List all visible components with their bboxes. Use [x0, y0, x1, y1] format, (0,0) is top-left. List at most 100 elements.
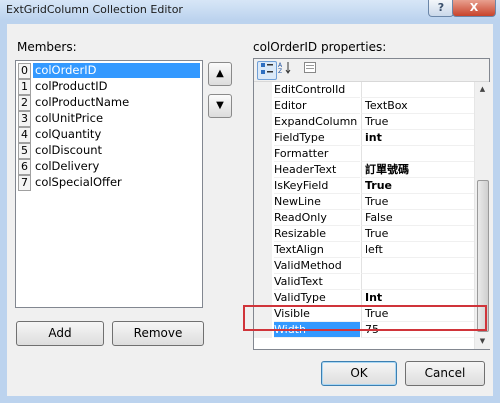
- member-name: colProductID: [35, 79, 108, 93]
- property-row-validmethod[interactable]: ValidMethod: [254, 258, 477, 274]
- property-row-margin: [254, 98, 272, 114]
- property-value[interactable]: True: [361, 114, 477, 130]
- property-row-fieldtype[interactable]: FieldType int: [254, 130, 477, 146]
- scroll-up-arrow-icon[interactable]: ▲: [475, 82, 490, 97]
- remove-button[interactable]: Remove: [112, 321, 204, 346]
- property-row-validtext[interactable]: ValidText: [254, 274, 477, 290]
- help-button[interactable]: ?: [428, 0, 454, 17]
- move-up-button[interactable]: ▲: [208, 62, 232, 86]
- property-row-expandcolumn[interactable]: ExpandColumn True: [254, 114, 477, 130]
- property-row-iskeyfield[interactable]: IsKeyField True: [254, 178, 477, 194]
- property-value[interactable]: Int: [361, 290, 477, 306]
- property-value[interactable]: True: [361, 226, 477, 242]
- members-list[interactable]: 0 colOrderID 1 colProductID 2 colProduct…: [15, 60, 203, 308]
- property-grid-toolbar: AZ: [254, 59, 489, 82]
- property-row-newline[interactable]: NewLine True: [254, 194, 477, 210]
- property-value[interactable]: [361, 82, 477, 98]
- property-row-margin: [254, 130, 272, 146]
- add-button[interactable]: Add: [16, 321, 104, 346]
- property-value[interactable]: True: [361, 306, 477, 322]
- property-row-formatter[interactable]: Formatter: [254, 146, 477, 162]
- scroll-thumb[interactable]: [477, 180, 489, 332]
- property-name: ValidText: [274, 274, 360, 290]
- property-row-margin: [254, 290, 272, 306]
- property-row-readonly[interactable]: ReadOnly False: [254, 210, 477, 226]
- member-item[interactable]: 6 colDelivery: [18, 159, 200, 175]
- property-name: Editor: [274, 98, 360, 114]
- property-name: Visible: [274, 306, 360, 322]
- member-index: 0: [18, 63, 31, 79]
- close-button[interactable]: X: [452, 0, 496, 17]
- property-name: ReadOnly: [274, 210, 360, 226]
- property-row-margin: [254, 162, 272, 178]
- members-label: Members:: [17, 40, 77, 54]
- member-item[interactable]: 3 colUnitPrice: [18, 111, 200, 127]
- property-row-textalign[interactable]: TextAlign left: [254, 242, 477, 258]
- collection-editor-window: ExtGridColumn Collection Editor ? X Memb…: [0, 0, 500, 403]
- scroll-down-arrow-icon[interactable]: ▼: [475, 334, 490, 349]
- property-value[interactable]: [361, 146, 477, 162]
- alphabetical-icon[interactable]: AZ: [276, 61, 294, 78]
- property-row-margin: [254, 226, 272, 242]
- property-grid[interactable]: AZ EditControlId Editor TextBox ExpandColum…: [253, 58, 490, 350]
- ok-button[interactable]: OK: [321, 361, 397, 386]
- property-scrollbar[interactable]: ▲ ▼: [474, 82, 490, 349]
- property-row-margin: [254, 306, 272, 322]
- property-row-margin: [254, 274, 272, 290]
- member-item[interactable]: 1 colProductID: [18, 79, 200, 95]
- property-value[interactable]: False: [361, 210, 477, 226]
- member-item[interactable]: 0 colOrderID: [18, 63, 200, 79]
- member-index: 1: [18, 79, 31, 95]
- member-index: 4: [18, 127, 31, 143]
- member-name: colOrderID: [33, 63, 200, 78]
- property-value[interactable]: True: [361, 194, 477, 210]
- property-row-validtype[interactable]: ValidType Int: [254, 290, 477, 306]
- property-value[interactable]: left: [361, 242, 477, 258]
- member-name: colDelivery: [35, 159, 100, 173]
- property-row-margin: [254, 114, 272, 130]
- property-value[interactable]: [361, 274, 477, 290]
- property-row-margin: [254, 82, 272, 98]
- property-name: Resizable: [274, 226, 360, 242]
- member-name: colProductName: [35, 95, 130, 109]
- property-name: HeaderText: [274, 162, 360, 178]
- property-row-headertext[interactable]: HeaderText 訂單號碼: [254, 162, 477, 178]
- properties-label: colOrderID properties:: [253, 40, 387, 54]
- property-name: Width: [274, 322, 360, 338]
- member-item[interactable]: 2 colProductName: [18, 95, 200, 111]
- member-name: colQuantity: [35, 127, 102, 141]
- property-value[interactable]: [361, 258, 477, 274]
- property-pages-icon[interactable]: [301, 61, 319, 78]
- property-value[interactable]: 75: [361, 322, 477, 338]
- categorized-icon[interactable]: [257, 61, 277, 80]
- member-name: colUnitPrice: [35, 111, 104, 125]
- member-name: colSpecialOffer: [35, 175, 122, 189]
- move-down-button[interactable]: ▼: [208, 94, 232, 118]
- member-item[interactable]: 7 colSpecialOffer: [18, 175, 200, 191]
- member-name: colDiscount: [35, 143, 103, 157]
- member-index: 3: [18, 111, 31, 127]
- property-name: Formatter: [274, 146, 360, 162]
- property-row-editor[interactable]: Editor TextBox: [254, 98, 477, 114]
- property-value[interactable]: 訂單號碼: [361, 162, 477, 178]
- member-item[interactable]: 5 colDiscount: [18, 143, 200, 159]
- property-row-margin: [254, 194, 272, 210]
- property-name: ExpandColumn: [274, 114, 360, 130]
- property-row-editcontrolid[interactable]: EditControlId: [254, 82, 477, 98]
- property-row-width[interactable]: Width 75: [254, 322, 477, 338]
- member-index: 5: [18, 143, 31, 159]
- property-name: FieldType: [274, 130, 360, 146]
- member-item[interactable]: 4 colQuantity: [18, 127, 200, 143]
- cancel-button[interactable]: Cancel: [405, 361, 485, 386]
- member-index: 6: [18, 159, 31, 175]
- property-row-margin: [254, 146, 272, 162]
- window-title: ExtGridColumn Collection Editor: [6, 3, 183, 16]
- property-row-resizable[interactable]: Resizable True: [254, 226, 477, 242]
- property-value[interactable]: int: [361, 130, 477, 146]
- property-value[interactable]: TextBox: [361, 98, 477, 114]
- property-row-visible[interactable]: Visible True: [254, 306, 477, 322]
- property-name: ValidType: [274, 290, 360, 306]
- member-index: 2: [18, 95, 31, 111]
- property-value[interactable]: True: [361, 178, 477, 194]
- property-name: ValidMethod: [274, 258, 360, 274]
